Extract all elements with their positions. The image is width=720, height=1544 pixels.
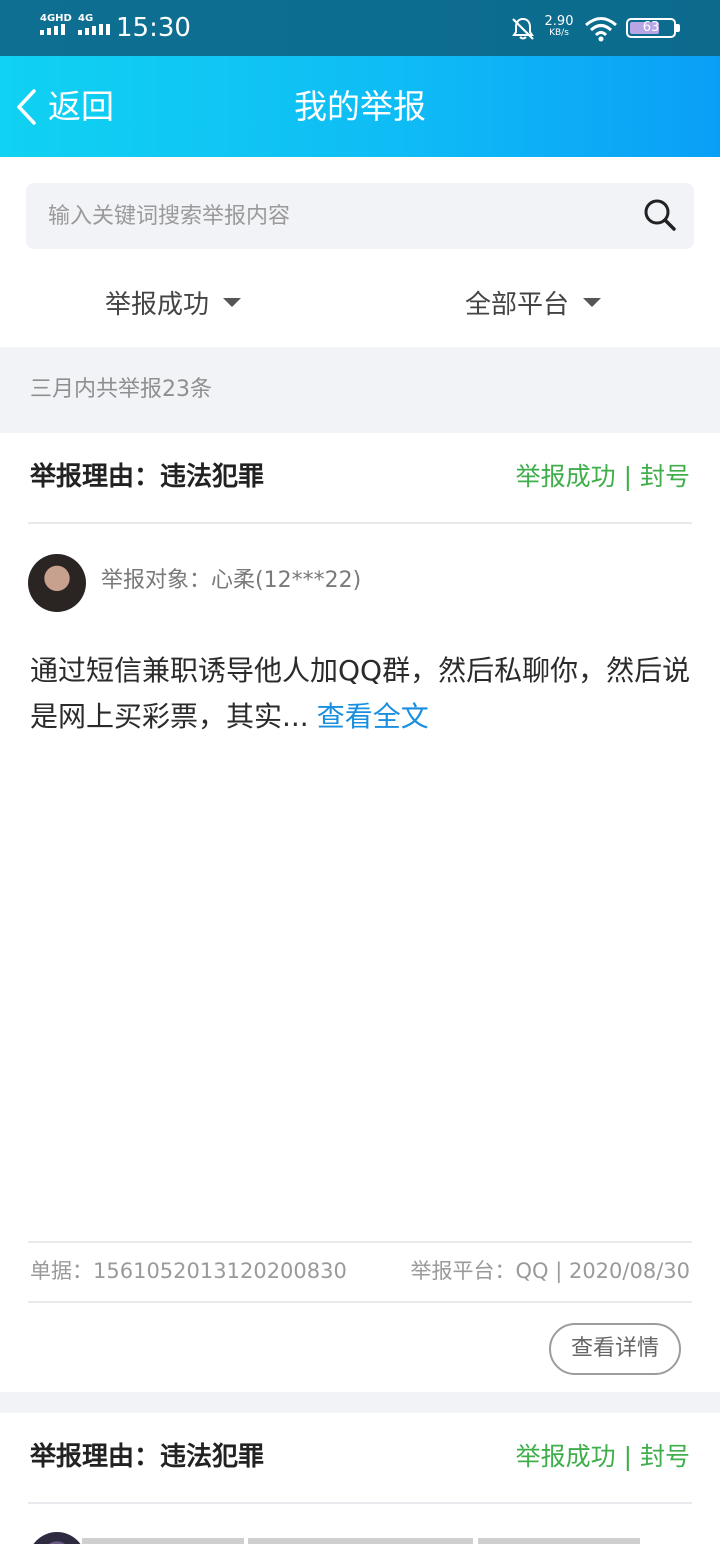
report-content: 通过短信兼职诱导他人加QQ群，然后私聊你，然后说是网上买彩票，其实... 查看全文 bbox=[30, 648, 694, 740]
platform-filter-label: 全部平台 bbox=[465, 289, 570, 320]
order-number: 单据：1561052013120200830 bbox=[30, 1259, 347, 1283]
signal-icon bbox=[40, 24, 65, 35]
battery-tip bbox=[676, 24, 680, 32]
search-icon[interactable] bbox=[642, 197, 678, 233]
avatar bbox=[28, 554, 86, 612]
status-bar: 4GHD 4G 15:30 2.90 KB/s 63 bbox=[0, 0, 720, 56]
search-box[interactable] bbox=[26, 183, 694, 249]
card-separator bbox=[0, 1392, 720, 1413]
report-reason: 举报理由：违法犯罪 bbox=[30, 462, 265, 492]
signal-icon-2 bbox=[78, 24, 110, 35]
summary-bar: 三月内共举报23条 bbox=[0, 347, 720, 433]
placeholder-bar bbox=[82, 1538, 244, 1544]
signal-label-1: 4GHD bbox=[40, 13, 72, 24]
platform-filter-dropdown[interactable]: 全部平台 bbox=[465, 280, 602, 324]
report-platform-date: 举报平台：QQ | 2020/08/30 bbox=[410, 1259, 690, 1283]
avatar bbox=[28, 1532, 86, 1544]
wifi-icon bbox=[585, 17, 617, 42]
battery-level: 63 bbox=[642, 20, 660, 35]
search-input[interactable] bbox=[46, 183, 626, 249]
read-more-link[interactable]: 查看全文 bbox=[317, 700, 429, 733]
bell-muted-icon bbox=[512, 17, 534, 40]
report-status: 举报成功 | 封号 bbox=[515, 462, 690, 491]
caret-down-icon bbox=[223, 297, 242, 307]
net-speed: 2.90 KB/s bbox=[540, 15, 578, 39]
divider bbox=[28, 1301, 692, 1303]
nav-bar: 返回 我的举报 bbox=[0, 56, 720, 157]
page-title: 我的举报 bbox=[294, 87, 426, 126]
signal-label-2: 4G bbox=[78, 13, 94, 24]
placeholder-bar bbox=[248, 1538, 473, 1544]
report-target: 举报对象：心柔(12***22) bbox=[101, 568, 362, 593]
status-filter-label: 举报成功 bbox=[105, 289, 210, 320]
view-details-button[interactable]: 查看详情 bbox=[549, 1323, 681, 1375]
net-speed-unit: KB/s bbox=[549, 28, 569, 38]
report-card[interactable]: 举报理由：违法犯罪 举报成功 | 封号 bbox=[0, 1413, 720, 1544]
divider bbox=[28, 1502, 692, 1504]
battery-icon: 63 bbox=[626, 18, 676, 38]
report-count-summary: 三月内共举报23条 bbox=[30, 377, 212, 402]
divider bbox=[28, 522, 692, 524]
report-card[interactable]: 举报理由：违法犯罪 举报成功 | 封号 举报对象：心柔(12***22) 通过短… bbox=[0, 433, 720, 1392]
report-reason: 举报理由：违法犯罪 bbox=[30, 1442, 265, 1472]
net-speed-value: 2.90 bbox=[544, 14, 574, 29]
status-filter-dropdown[interactable]: 举报成功 bbox=[105, 280, 242, 324]
report-status: 举报成功 | 封号 bbox=[515, 1442, 690, 1471]
status-time: 15:30 bbox=[116, 13, 191, 43]
placeholder-bar bbox=[478, 1538, 640, 1544]
caret-down-icon bbox=[583, 297, 602, 307]
divider bbox=[28, 1241, 692, 1243]
